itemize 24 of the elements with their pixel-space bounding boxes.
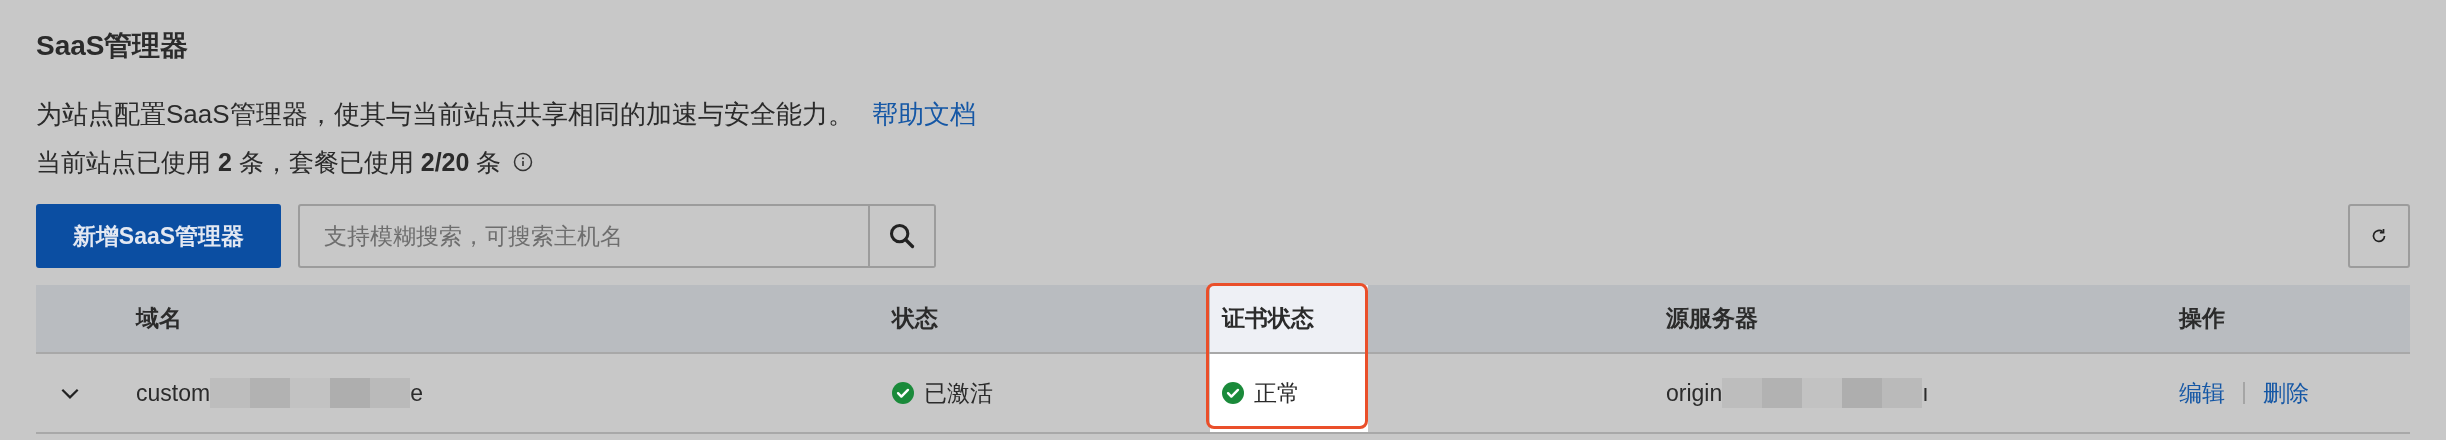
info-icon[interactable] (513, 152, 534, 172)
search-field[interactable]: 支持模糊搜索，可搜索主机名 (298, 204, 870, 268)
column-header: 证书状态 (1222, 304, 1314, 334)
action-link[interactable]: 删除 (2263, 375, 2309, 411)
column-header: 域名 (136, 304, 182, 334)
help-link[interactable]: 帮助文档 (871, 98, 976, 130)
check-circle-icon (1222, 382, 1244, 404)
cert-status-text: 正常 (1254, 378, 1300, 408)
search-icon (888, 222, 916, 250)
origin-text: ı (1922, 378, 1929, 408)
check-circle-icon (892, 382, 914, 404)
page-title: SaaS管理器 (36, 29, 190, 63)
domain-text: custom (136, 378, 211, 408)
column-header: 源服务器 (1666, 304, 1758, 334)
origin-text: origin (1666, 378, 1723, 408)
column-header: 操作 (2179, 304, 2225, 334)
search-button[interactable] (870, 204, 936, 268)
status-text: 已激活 (924, 378, 993, 408)
action-link[interactable]: 编辑 (2179, 375, 2225, 411)
domain-text: e (410, 378, 423, 408)
add-saas-button[interactable]: 新增SaaS管理器 (36, 204, 281, 268)
column-header: 状态 (892, 304, 938, 334)
usage-text: 当前站点已使用 2 条，套餐已使用 2/20 条 (36, 147, 502, 178)
description-text: 为站点配置SaaS管理器，使其与当前站点共享相同的加速与安全能力。 (36, 98, 854, 130)
